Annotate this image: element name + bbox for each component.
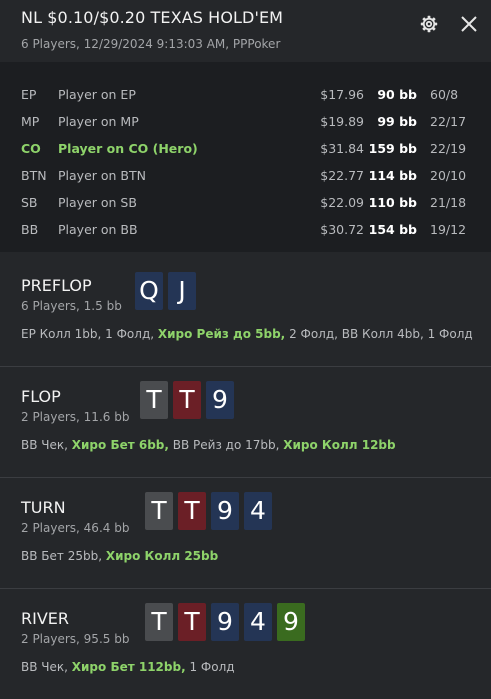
close-icon[interactable] [458, 13, 480, 35]
player-position: CO [21, 141, 41, 156]
action-text: BB Чек, [21, 438, 72, 452]
street-preflop: PREFLOP 6 Players, 1.5 bb Q J EP Колл 1bb, 1… [0, 272, 491, 356]
action-text: BB Рейз до 17bb, [168, 438, 284, 452]
player-stats: 20/10 [430, 168, 467, 183]
street-divider [0, 366, 491, 367]
street-actions: BB Чек, Хиро Бет 112bb, 1 Фолд [21, 660, 235, 674]
player-name: Player on SB [58, 195, 137, 210]
player-position: EP [21, 87, 37, 102]
player-stack-money: $19.89 [320, 114, 364, 129]
street-turn: TURN 2 Players, 46.4 bb T T 9 4 BB Бет 25bb, Х… [0, 492, 491, 578]
card: T [145, 492, 173, 530]
street-actions: BB Чек, Хиро Бет 6bb, BB Рейз до 17bb, Х… [21, 438, 396, 452]
street-flop: FLOP 2 Players, 11.6 bb T T 9 BB Чек, Хиро Бе… [0, 381, 491, 467]
player-row: EP Player on EP $17.96 90 bb 60/8 [0, 87, 491, 107]
player-position: SB [21, 195, 38, 210]
players-panel: EP Player on EP $17.96 90 bb 60/8 MP Player on… [0, 62, 491, 252]
card: 4 [244, 492, 272, 530]
card: T [140, 381, 168, 419]
street-info: 2 Players, 46.4 bb [21, 521, 130, 535]
hero-action: Хиро Рейз до 5bb, [157, 327, 286, 341]
player-stats: 22/19 [430, 141, 467, 156]
player-position: MP [21, 114, 40, 129]
action-text: BB Чек, [21, 660, 72, 674]
card: T [145, 603, 173, 641]
card: 9 [211, 492, 239, 530]
card: J [168, 272, 196, 310]
street-info: 6 Players, 1.5 bb [21, 299, 122, 313]
player-position: BTN [21, 168, 47, 183]
street-river: RIVER 2 Players, 95.5 bb T T 9 4 9 BB Чек, Хиро… [0, 603, 491, 689]
action-text: BB Бет 25bb, [21, 549, 106, 563]
player-row: BTN Player on BTN $22.77 114 bb 20/10 [0, 168, 491, 188]
hero-action: Хиро Бет 112bb, [71, 660, 186, 674]
player-row: CO Player on CO (Hero) $31.84 159 bb 22/19 [0, 141, 491, 161]
player-name: Player on CO (Hero) [58, 141, 198, 156]
card: 4 [244, 603, 272, 641]
player-stack-bb: 99 bb [377, 114, 417, 129]
street-divider [0, 477, 491, 478]
action-text: 1 Фолд [185, 660, 235, 674]
player-name: Player on MP [58, 114, 139, 129]
card: T [178, 492, 206, 530]
card: T [173, 381, 201, 419]
player-stack-bb: 159 bb [368, 141, 417, 156]
player-position: BB [21, 222, 39, 237]
card: 9 [206, 381, 234, 419]
player-row: SB Player on SB $22.09 110 bb 21/18 [0, 195, 491, 215]
player-stack-money: $30.72 [320, 222, 364, 237]
card: Q [135, 272, 163, 310]
player-stack-money: $22.09 [320, 195, 364, 210]
gear-icon[interactable] [419, 14, 439, 34]
hand-title: NL $0.10/$0.20 TEXAS HOLD'EM [21, 8, 284, 27]
player-row: BB Player on BB $30.72 154 bb 19/12 [0, 222, 491, 242]
player-stats: 60/8 [430, 87, 459, 102]
hero-action: Хиро Колл 12bb [283, 438, 396, 452]
action-text: EP Колл 1bb, 1 Фолд, [21, 327, 158, 341]
street-divider [0, 588, 491, 589]
hero-action: Хиро Бет 6bb, [71, 438, 169, 452]
hero-action: Хиро Колл 25bb [105, 549, 219, 563]
player-name: Player on EP [58, 87, 136, 102]
player-stack-bb: 110 bb [368, 195, 417, 210]
street-name: FLOP [21, 387, 61, 406]
player-stack-money: $22.77 [320, 168, 364, 183]
street-name: RIVER [21, 609, 70, 628]
player-stats: 22/17 [430, 114, 467, 129]
player-stack-bb: 114 bb [368, 168, 417, 183]
player-stats: 21/18 [430, 195, 467, 210]
street-name: PREFLOP [21, 276, 92, 295]
card: 9 [211, 603, 239, 641]
street-info: 2 Players, 11.6 bb [21, 410, 130, 424]
street-name: TURN [21, 498, 66, 517]
hand-header: NL $0.10/$0.20 TEXAS HOLD'EM 6 Players, … [0, 0, 491, 62]
card: T [178, 603, 206, 641]
player-stats: 19/12 [430, 222, 467, 237]
player-stack-bb: 154 bb [368, 222, 417, 237]
street-actions: EP Колл 1bb, 1 Фолд, Хиро Рейз до 5bb, 2… [21, 327, 473, 341]
player-row: MP Player on MP $19.89 99 bb 22/17 [0, 114, 491, 134]
card: 9 [277, 603, 305, 641]
street-info: 2 Players, 95.5 bb [21, 632, 130, 646]
player-name: Player on BTN [58, 168, 146, 183]
player-stack-bb: 90 bb [377, 87, 417, 102]
action-text: 2 Фолд, BB Колл 4bb, 1 Фолд [285, 327, 473, 341]
player-stack-money: $17.96 [320, 87, 364, 102]
hand-subtitle: 6 Players, 12/29/2024 9:13:03 AM, PPPoke… [21, 37, 281, 51]
player-name: Player on BB [58, 222, 138, 237]
street-actions: BB Бет 25bb, Хиро Колл 25bb [21, 549, 218, 563]
player-stack-money: $31.84 [320, 141, 364, 156]
